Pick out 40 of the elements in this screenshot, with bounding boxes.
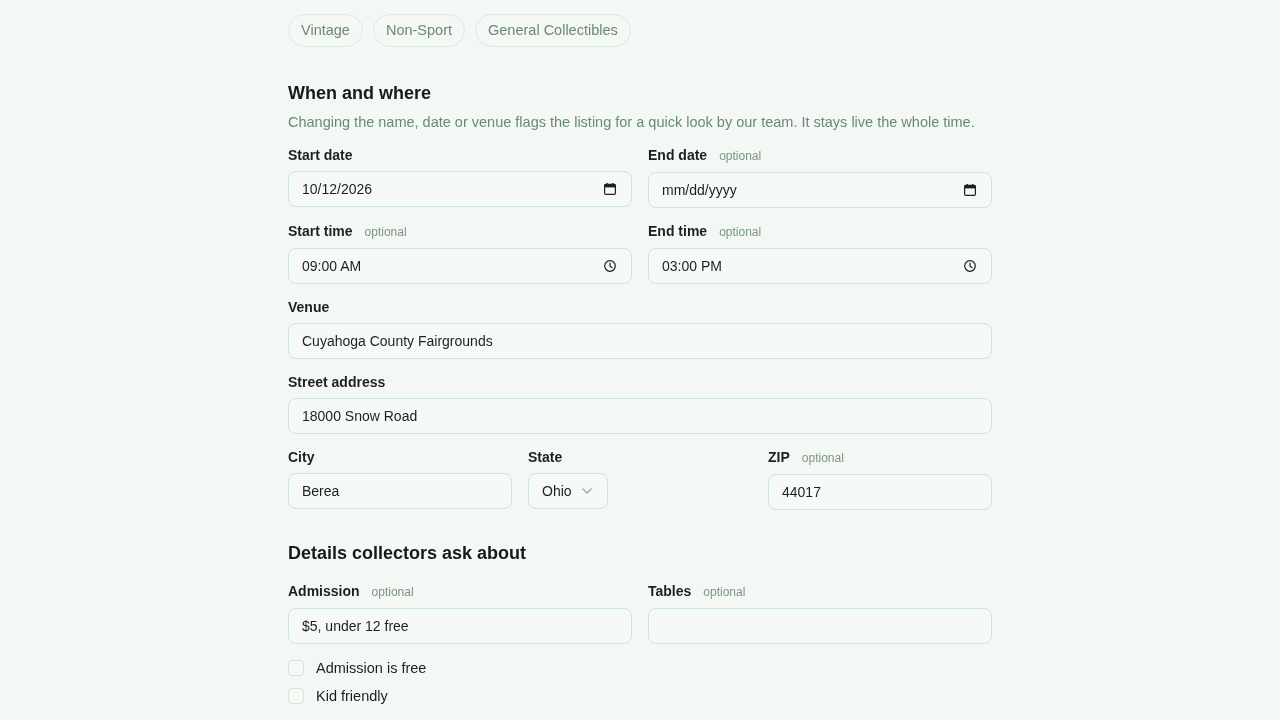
field-label: Venue xyxy=(288,298,330,317)
optional-hint: optional xyxy=(364,224,407,241)
field-label: Street address xyxy=(288,373,386,392)
time-field[interactable]: 03:00 PM xyxy=(648,248,992,284)
section-heading: When and where xyxy=(288,82,432,105)
field-label: Start date xyxy=(288,146,353,165)
input-field[interactable]: Berea xyxy=(288,473,512,509)
optional-hint: optional xyxy=(801,450,844,467)
input-field[interactable]: 18000 Snow Road xyxy=(288,398,992,434)
date-field[interactable]: 10/12/2026 xyxy=(288,171,632,207)
field-label: End time xyxy=(648,222,708,241)
section-description: Changing the name, date or venue flags the listing for a quick look by our team. It stays live the whole time. xyxy=(288,113,976,132)
optional-hint: optional xyxy=(719,224,762,241)
clock-icon xyxy=(964,260,976,272)
calendar-icon xyxy=(964,184,976,196)
section-heading: Details collectors ask about xyxy=(288,542,528,565)
field-label: City xyxy=(288,448,315,467)
checkbox-label: Kid friendly xyxy=(316,687,388,706)
field-label: Tables xyxy=(648,582,692,601)
optional-hint: optional xyxy=(703,584,746,601)
clock-icon xyxy=(604,260,616,272)
input-field[interactable]: $5, under 12 free xyxy=(288,608,632,644)
field-label: Start time xyxy=(288,222,353,241)
field-label: Admission xyxy=(288,582,360,601)
optional-hint: optional xyxy=(371,584,414,601)
input-field[interactable]: Cuyahoga County Fairgrounds xyxy=(288,323,992,359)
input-field[interactable]: 44017 xyxy=(768,474,992,510)
field-label: State xyxy=(528,448,563,467)
checkbox[interactable] xyxy=(288,660,304,676)
field-label: ZIP xyxy=(768,448,790,467)
checkbox[interactable] xyxy=(288,688,304,704)
field-label: End date xyxy=(648,146,708,165)
state-select[interactable]: Ohio xyxy=(528,473,608,509)
input-field[interactable] xyxy=(648,608,992,644)
chevron-down-icon xyxy=(581,488,592,494)
date-field[interactable]: mm/dd/yyyy xyxy=(648,172,992,208)
checkbox-label: Admission is free xyxy=(316,659,427,678)
optional-hint: optional xyxy=(719,148,762,165)
calendar-icon xyxy=(604,183,616,195)
time-field[interactable]: 09:00 AM xyxy=(288,248,632,284)
